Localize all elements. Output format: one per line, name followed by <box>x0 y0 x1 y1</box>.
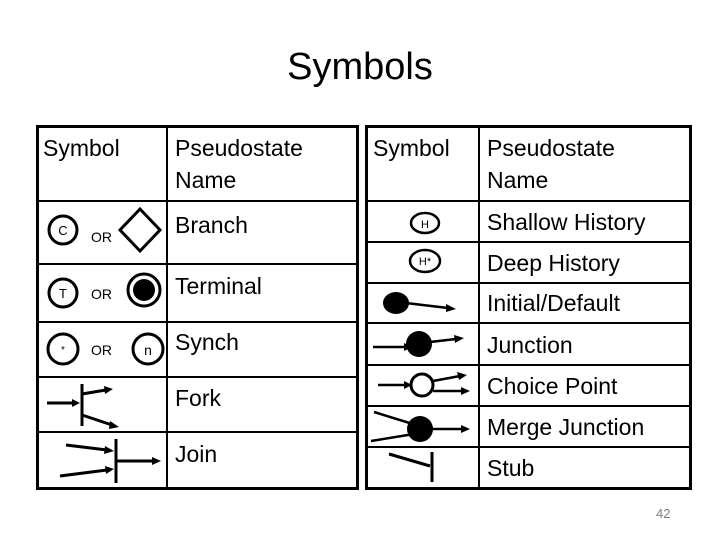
terminal-symbol: T OR <box>47 272 162 309</box>
circle-t-icon: T <box>47 277 79 309</box>
shallow-history-glyph: H <box>421 219 429 231</box>
choice-point-icon <box>378 372 470 398</box>
left-row-name-join: Join <box>175 441 218 467</box>
shallow-history-icon: H <box>409 211 441 235</box>
circle-c-glyph: C <box>58 223 67 238</box>
left-row-name-fork: Fork <box>175 385 221 411</box>
initial-default-icon <box>383 292 456 314</box>
left-header-name-line2: Name <box>175 167 237 193</box>
or-label: OR <box>91 229 112 245</box>
circle-t-glyph: T <box>59 286 67 301</box>
right-row-name-merge-junction: Merge Junction <box>487 414 645 440</box>
circle-asterisk-glyph: * <box>61 345 65 356</box>
junction-icon <box>373 331 464 357</box>
fork-icon <box>47 384 119 429</box>
circle-n-icon: n <box>131 332 165 366</box>
bullseye-icon <box>126 272 162 308</box>
join-icon <box>59 439 161 483</box>
circle-asterisk-icon: * <box>46 332 80 366</box>
or-label: OR <box>91 286 112 302</box>
circle-c-icon: C <box>47 214 79 246</box>
diamond-icon <box>117 206 163 254</box>
right-row-name-stub: Stub <box>487 455 535 481</box>
left-row-name-terminal: Terminal <box>175 273 262 299</box>
deep-history-icon: H* <box>408 248 442 274</box>
deep-history-glyph: H* <box>419 256 432 268</box>
right-row-name-deep-history: Deep History <box>487 250 620 276</box>
branch-symbol: C OR <box>47 206 163 254</box>
circle-n-glyph: n <box>144 342 152 358</box>
left-header-symbol: Symbol <box>43 135 120 161</box>
left-table-row-divider <box>37 200 358 202</box>
right-header-name-line2: Name <box>487 167 549 193</box>
right-row-name-shallow-history: Shallow History <box>487 209 646 235</box>
left-table-row-divider <box>37 263 358 265</box>
slide-title: Symbols <box>287 46 433 88</box>
synch-symbol: * OR n <box>46 332 165 366</box>
left-table-row-divider <box>37 321 358 323</box>
right-row-name-choice-point: Choice Point <box>487 373 618 399</box>
left-header-name-line1: Pseudostate <box>175 135 303 161</box>
right-header-name-line1: Pseudostate <box>487 135 615 161</box>
right-row-name-junction: Junction <box>487 332 573 358</box>
page-number: 42 <box>656 506 671 521</box>
or-label: OR <box>91 342 112 358</box>
right-row-name-initial-default: Initial/Default <box>487 290 620 316</box>
left-row-name-synch: Synch <box>175 329 239 355</box>
merge-junction-icon <box>370 410 470 443</box>
right-table-column-divider <box>478 126 480 489</box>
right-header-symbol: Symbol <box>373 135 450 161</box>
left-row-name-branch: Branch <box>175 212 248 238</box>
stub-icon <box>388 452 434 482</box>
left-table-column-divider <box>166 126 168 489</box>
